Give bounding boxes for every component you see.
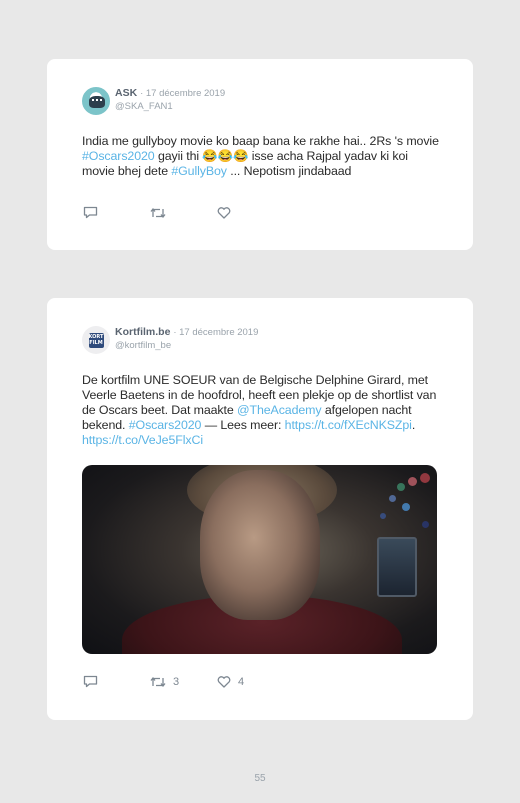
page-number: 55 xyxy=(254,773,266,784)
like-button[interactable] xyxy=(217,206,238,219)
retweet-button[interactable]: 3 xyxy=(150,676,217,688)
hashtag-link[interactable]: #Oscars2020 xyxy=(82,149,155,163)
tweet-header: ASK · 17 décembre 2019 @SKA_FAN1 xyxy=(82,87,225,115)
reply-button[interactable] xyxy=(83,675,150,688)
tweet-card: KORT FILM Kortfilm.be · 17 décembre 2019… xyxy=(47,298,473,720)
reply-icon xyxy=(83,675,98,688)
retweet-icon xyxy=(150,207,166,218)
tweet-actions xyxy=(83,206,238,219)
url-link[interactable]: https://t.co/fXEcNKSZpi xyxy=(285,418,412,432)
tweet-actions: 3 4 xyxy=(83,675,244,688)
retweet-icon xyxy=(150,676,166,687)
author-handle[interactable]: @kortfilm_be xyxy=(115,339,258,352)
tweet-date[interactable]: · 17 décembre 2019 xyxy=(140,88,225,99)
mention-link[interactable]: @TheAcademy xyxy=(237,403,322,417)
tweet-text: India me gullyboy movie ko baap bana ke … xyxy=(82,134,439,178)
hashtag-link[interactable]: #GullyBoy xyxy=(171,164,227,178)
like-button[interactable]: 4 xyxy=(217,676,244,688)
reply-button[interactable] xyxy=(83,206,150,219)
heart-icon xyxy=(217,675,231,688)
hashtag-link[interactable]: #Oscars2020 xyxy=(129,418,202,432)
url-link[interactable]: https://t.co/VeJe5FlxCi xyxy=(82,433,203,447)
tweet-date[interactable]: · 17 décembre 2019 xyxy=(173,327,258,338)
author-name[interactable]: Kortfilm.be xyxy=(115,326,170,338)
retweet-button[interactable] xyxy=(150,207,217,219)
author-handle[interactable]: @SKA_FAN1 xyxy=(115,100,225,113)
author-name[interactable]: ASK xyxy=(115,87,137,99)
like-count: 4 xyxy=(238,675,245,688)
tweet-image[interactable] xyxy=(82,465,437,654)
avatar[interactable]: KORT FILM xyxy=(82,326,110,354)
tweet-card: ASK · 17 décembre 2019 @SKA_FAN1 India m… xyxy=(47,59,473,250)
kortfilm-logo: KORT FILM xyxy=(88,332,104,348)
avatar[interactable] xyxy=(82,87,110,115)
tweet-text: De kortfilm UNE SOEUR van de Belgische D… xyxy=(82,373,437,447)
reply-icon xyxy=(83,206,98,219)
heart-icon xyxy=(217,206,231,219)
tweet-header: KORT FILM Kortfilm.be · 17 décembre 2019… xyxy=(82,326,258,354)
retweet-count: 3 xyxy=(173,675,180,688)
